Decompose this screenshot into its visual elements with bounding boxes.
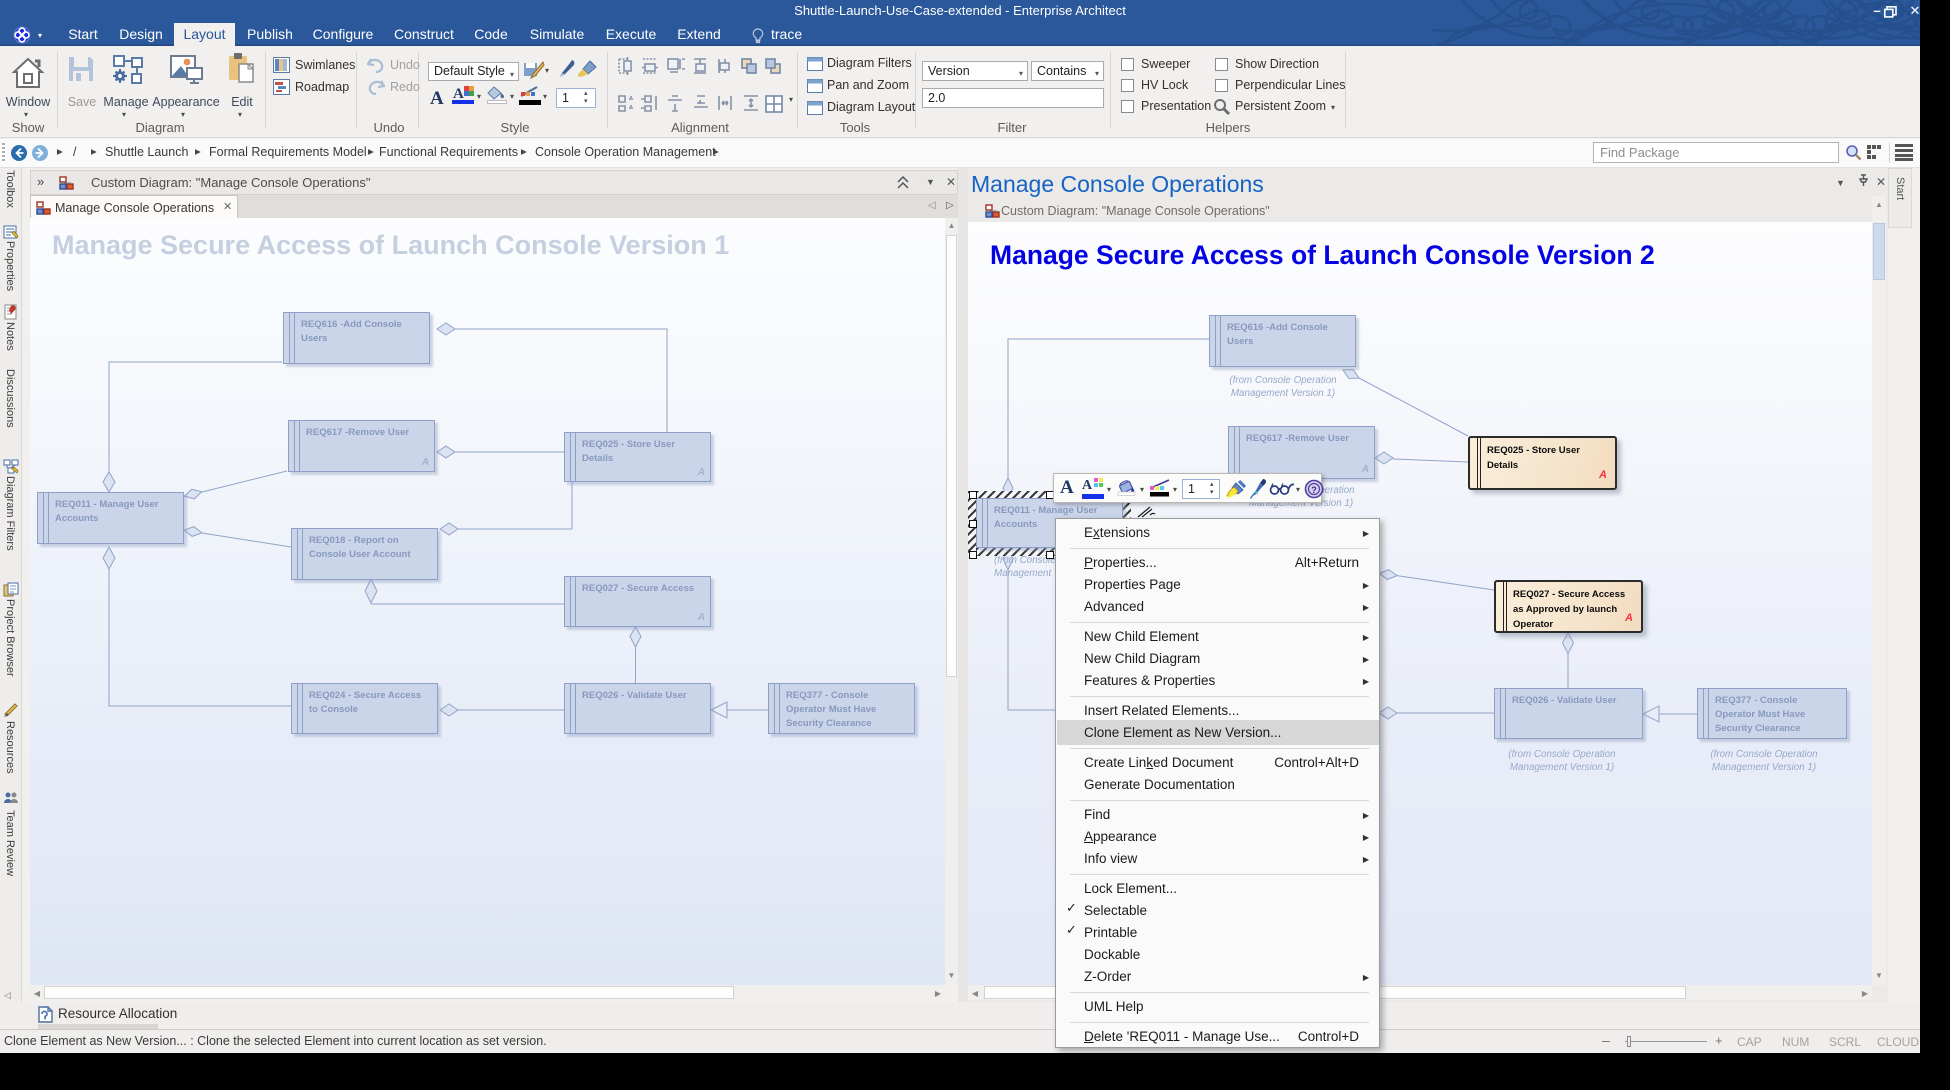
svg-text:?: ? (1311, 485, 1317, 495)
